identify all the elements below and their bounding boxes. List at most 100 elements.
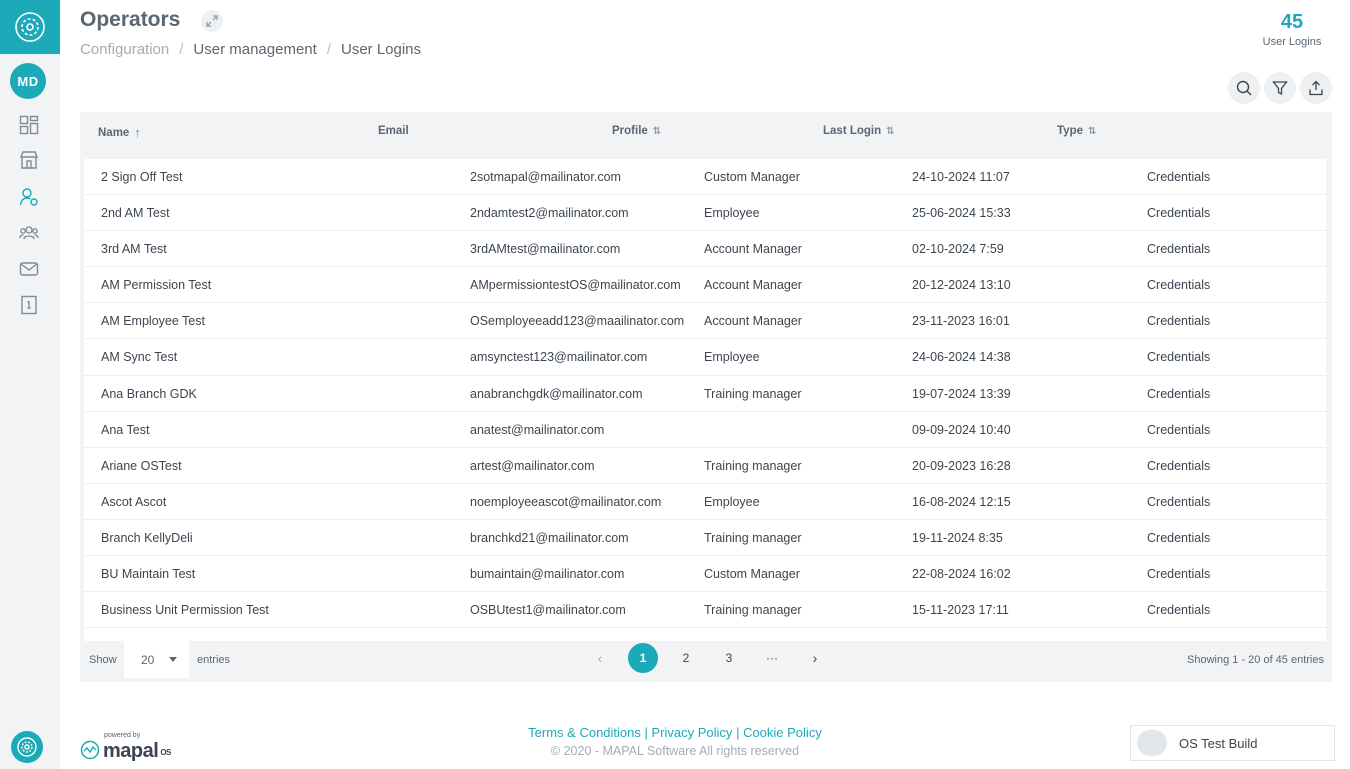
- gear-icon: [15, 12, 45, 42]
- table-row[interactable]: Ascot Ascot noemployeeascot@mailinator.co…: [84, 484, 1326, 520]
- table-row[interactable]: Ana Branch GDK anabranchgdk@mailinator.co…: [84, 376, 1326, 412]
- cell-name: 2nd AM Test: [101, 206, 170, 221]
- sort-ascending-icon: ↑: [134, 125, 141, 140]
- table-row[interactable]: AM Sync Test amsynctest123@mailinator.com…: [84, 339, 1326, 376]
- table-row[interactable]: Branch KellyDeli branchkd21@mailinator.co…: [84, 520, 1326, 557]
- user-settings-icon[interactable]: [16, 184, 42, 210]
- cell-email: anatest@mailinator.com: [470, 422, 605, 437]
- team-icon[interactable]: [16, 220, 42, 246]
- search-icon: [1236, 80, 1252, 96]
- cell-email: OSBUtest1@mailinator.com: [470, 603, 626, 618]
- cell-name: 3rd AM Test: [101, 242, 167, 257]
- build-toggle[interactable]: [1137, 730, 1167, 756]
- table-row[interactable]: Ana Test anatest@mailinator.com 09-09-2024…: [84, 412, 1326, 448]
- table-row[interactable]: 2nd AM Test 2ndamtest2@mailinator.com Empl…: [84, 195, 1326, 232]
- cell-last-login: 19-07-2024 13:39: [912, 386, 1011, 401]
- cookie-link[interactable]: Cookie Policy: [743, 725, 822, 740]
- table-row[interactable]: AM Permission Test AMpermissiontestOS@mai…: [84, 267, 1326, 304]
- cell-profile: Account Manager: [704, 314, 802, 329]
- cell-last-login: 25-06-2024 15:33: [912, 206, 1011, 221]
- column-header-profile[interactable]: Profile ⇅: [612, 125, 661, 137]
- column-header-email: Email: [378, 125, 409, 137]
- sort-icon: ⇅: [1088, 125, 1097, 137]
- cell-profile: Training manager: [704, 603, 802, 618]
- cell-last-login: 22-08-2024 16:02: [912, 567, 1011, 582]
- column-header-type[interactable]: Type ⇅: [1057, 125, 1096, 137]
- entries-value: 20: [141, 652, 155, 667]
- cell-email: 2sotmapal@mailinator.com: [470, 170, 621, 184]
- showing-entries-text: Showing 1 - 20 of 45 entries: [1187, 654, 1324, 666]
- cell-name: Ana Test: [101, 422, 150, 437]
- cell-name: Branch KellyDeli: [101, 530, 193, 545]
- chevron-down-icon: [169, 657, 177, 662]
- cell-last-login: 20-12-2024 13:10: [912, 278, 1011, 293]
- cell-name: AM Permission Test: [101, 278, 212, 293]
- table-header: Name ↑ Email Profile ⇅ Last Login ⇅ Type ⇅: [80, 112, 1332, 152]
- user-logins-stat: 45 User Logins: [1252, 11, 1332, 48]
- next-page-button[interactable]: ›: [800, 643, 830, 673]
- search-button[interactable]: [1228, 72, 1260, 104]
- cell-last-login: 20-09-2023 16:28: [912, 458, 1011, 473]
- filter-icon: [1272, 81, 1288, 96]
- cell-name: Ariane OSTest: [101, 458, 182, 473]
- info-book-icon[interactable]: [16, 292, 42, 318]
- page-button-2[interactable]: 2: [671, 643, 701, 673]
- cell-email: AMpermissiontestOS@mailinator.com: [470, 278, 681, 293]
- table-footer: Show 20 entries ‹ 1 2 3 ··· › Showing 1 …: [80, 641, 1332, 682]
- cell-profile: Custom Manager: [704, 170, 800, 184]
- cell-profile: Custom Manager: [704, 567, 800, 582]
- cell-email: artest@mailinator.com: [470, 458, 595, 473]
- show-label: Show: [89, 654, 117, 666]
- filter-button[interactable]: [1264, 72, 1296, 104]
- column-header-last-login[interactable]: Last Login ⇅: [823, 125, 895, 137]
- cell-name: Ana Branch GDK: [101, 386, 197, 401]
- entries-per-page-select[interactable]: 20: [124, 641, 189, 678]
- sort-icon: ⇅: [886, 125, 895, 137]
- table-row[interactable]: 3rd AM Test 3rdAMtest@mailinator.com Accou…: [84, 231, 1326, 268]
- expand-button[interactable]: [201, 10, 223, 32]
- cell-name: AM Employee Test: [101, 314, 205, 329]
- terms-link[interactable]: Terms & Conditions: [528, 725, 641, 740]
- prev-page-button[interactable]: ‹: [585, 643, 615, 673]
- table-row[interactable]: Business Unit Permission Test OSBUtest1@m…: [84, 592, 1326, 629]
- cell-type: Credentials: [1147, 314, 1211, 329]
- breadcrumb-item-configuration[interactable]: Configuration: [80, 41, 169, 58]
- cell-email: 2ndamtest2@mailinator.com: [470, 206, 629, 221]
- expand-icon: [206, 15, 218, 27]
- user-logins-table: Name ↑ Email Profile ⇅ Last Login ⇅ Type ⇅ 2…: [80, 112, 1332, 682]
- table-row[interactable]: 2 Sign Off Test 2sotmapal@mailinator.com C…: [84, 159, 1326, 196]
- pagination: ‹ 1 2 3 ··· ›: [585, 643, 843, 673]
- column-header-name[interactable]: Name ↑: [98, 125, 141, 140]
- avatar[interactable]: MD: [10, 63, 46, 99]
- dashboard-icon[interactable]: [16, 112, 42, 138]
- privacy-link[interactable]: Privacy Policy: [652, 725, 733, 740]
- cell-email: branchkd21@mailinator.com: [470, 530, 629, 545]
- cell-profile: Employee: [704, 350, 760, 365]
- app-logo[interactable]: [0, 0, 60, 54]
- cell-profile: Account Manager: [704, 278, 802, 293]
- table-row[interactable]: BU Maintain Test bumaintain@mailinator.co…: [84, 556, 1326, 593]
- breadcrumb-item-user-management[interactable]: User management: [193, 41, 316, 58]
- cell-type: Credentials: [1147, 278, 1211, 293]
- cell-last-login: 16-08-2024 12:15: [912, 494, 1011, 509]
- stat-value: 45: [1280, 11, 1304, 33]
- cell-last-login: 19-11-2024 8:35: [912, 530, 1003, 545]
- cell-type: Credentials: [1147, 603, 1211, 618]
- entries-label: entries: [197, 654, 231, 666]
- store-icon[interactable]: [16, 147, 42, 173]
- cell-type: Credentials: [1147, 386, 1211, 401]
- table-row[interactable]: Ariane OSTest artest@mailinator.com Traini…: [84, 448, 1326, 484]
- cell-email: 3rdAMtest@mailinator.com: [470, 242, 621, 257]
- cell-name: BU Maintain Test: [101, 567, 196, 582]
- cell-type: Credentials: [1147, 458, 1211, 473]
- cell-profile: Training manager: [704, 530, 802, 545]
- page-ellipsis[interactable]: ···: [757, 643, 787, 673]
- cell-email: amsynctest123@mailinator.com: [470, 350, 648, 365]
- page-button-3[interactable]: 3: [714, 643, 744, 673]
- table-body: 2 Sign Off Test 2sotmapal@mailinator.com C…: [84, 159, 1326, 641]
- mail-icon[interactable]: [16, 256, 42, 282]
- page-button-1[interactable]: 1: [628, 643, 658, 673]
- table-row[interactable]: AM Employee Test OSemployeeadd123@maailin…: [84, 303, 1326, 340]
- export-button[interactable]: [1300, 72, 1332, 104]
- cell-profile: Training manager: [704, 458, 802, 473]
